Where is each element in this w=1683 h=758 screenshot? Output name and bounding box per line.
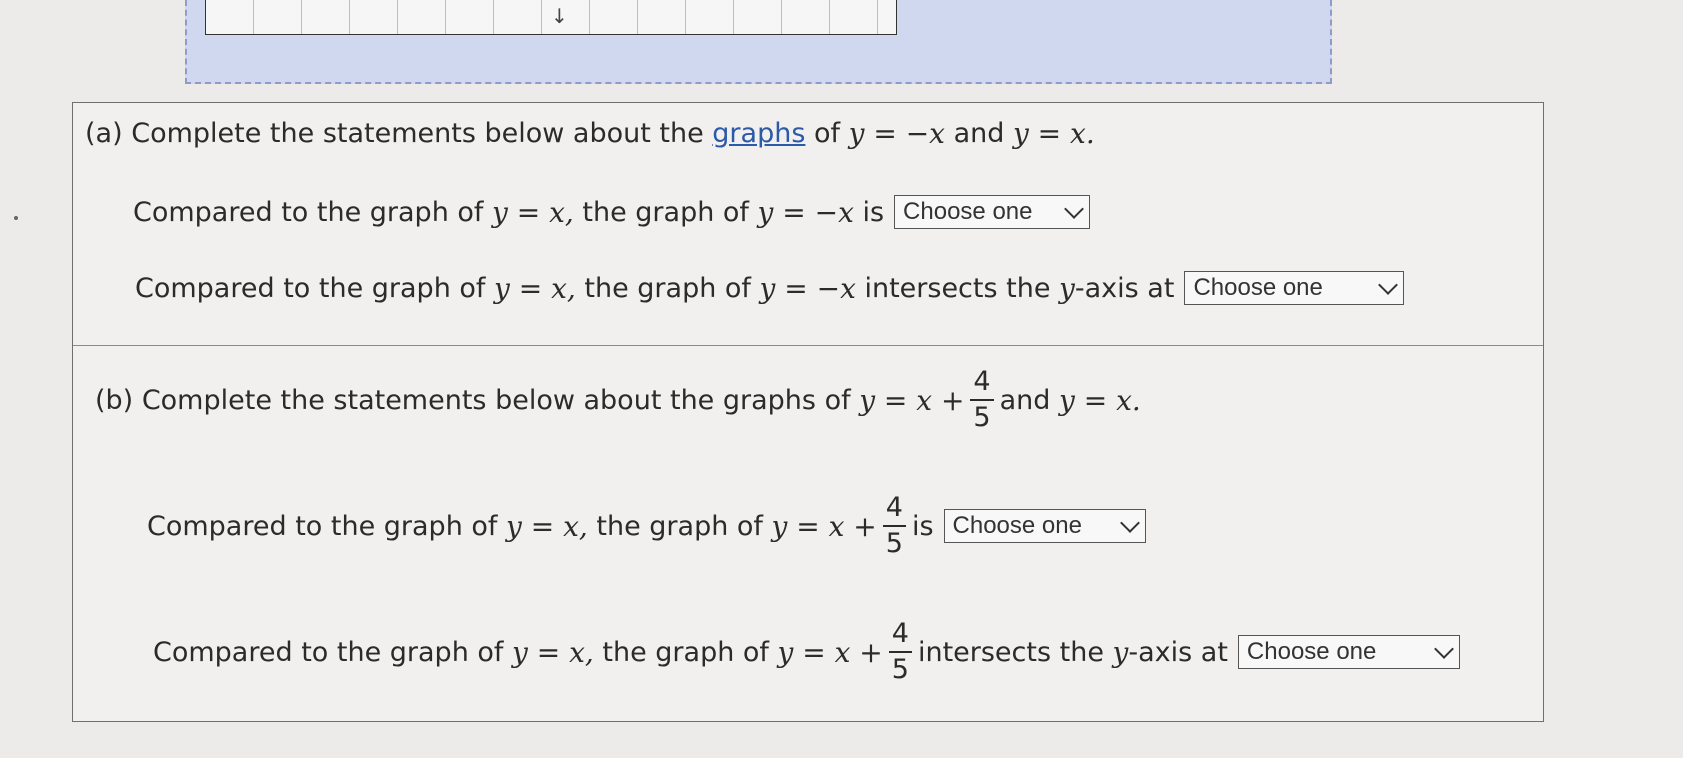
equation-x: y = x. — [1059, 383, 1141, 417]
section-divider — [73, 345, 1543, 346]
statement-mid: the graph of — [582, 196, 749, 228]
equation-neg-x: y = −x — [848, 117, 945, 150]
arrow-down-icon: ↓ — [551, 4, 568, 28]
statement-prefix: Compared to the graph of — [153, 636, 504, 668]
part-b-heading: (b) Complete the statements below about … — [95, 365, 1141, 435]
statement-mid: the graph of — [602, 636, 769, 668]
equation-x: y = x. — [1012, 117, 1095, 150]
stray-dot — [14, 216, 18, 220]
fraction: 4 5 — [882, 491, 906, 561]
equation-neg-x: y = −x — [757, 195, 854, 229]
part-b-intro: Complete the statements below about the … — [141, 384, 851, 416]
fraction-denominator: 5 — [891, 654, 909, 685]
graph-grid[interactable]: ↓ — [205, 0, 897, 35]
part-a-select-2[interactable]: Choose one — [1184, 271, 1405, 305]
part-a-select-1[interactable]: Choose one — [894, 195, 1091, 229]
part-b-select-1[interactable]: Choose one — [943, 509, 1146, 543]
part-a-label: (a) — [85, 118, 123, 149]
and-text: and — [999, 384, 1051, 416]
statement-prefix: Compared to the graph of — [135, 272, 486, 304]
fraction: 4 5 — [888, 617, 912, 687]
chevron-down-icon — [1119, 513, 1140, 533]
select-value: Choose one — [1193, 274, 1323, 301]
chevron-down-icon — [1378, 275, 1399, 295]
axis-variable: y — [1112, 635, 1129, 669]
equation-neg-x: y = −x — [759, 271, 856, 305]
statement-suffix: is — [911, 510, 934, 542]
graphs-link[interactable]: graphs — [712, 118, 805, 149]
equation-x: y = x, — [512, 635, 594, 669]
fraction-denominator: 5 — [973, 402, 991, 433]
chevron-down-icon — [1434, 639, 1454, 659]
part-b-statement-2: Compared to the graph of y = x, the grap… — [153, 617, 1460, 687]
select-value: Choose one — [903, 198, 1033, 225]
equation-shift: y = x + — [771, 509, 877, 543]
part-a-heading: (a) Complete the statements below about … — [85, 117, 1095, 150]
select-value: Choose one — [1246, 638, 1377, 665]
part-b-statement-1: Compared to the graph of y = x, the grap… — [147, 491, 1146, 561]
equation-x: y = x, — [492, 195, 574, 229]
fraction: 4 5 — [970, 365, 994, 435]
axis-suffix: -axis at — [1128, 636, 1228, 668]
chevron-down-icon — [1064, 199, 1084, 219]
and-text: and — [953, 118, 1005, 149]
select-value: Choose one — [952, 512, 1082, 539]
statement-suffix: intersects the — [917, 636, 1104, 668]
part-a-statement-2: Compared to the graph of y = x, the grap… — [135, 271, 1405, 305]
fraction-denominator: 5 — [885, 528, 903, 559]
statement-prefix: Compared to the graph of — [147, 510, 498, 542]
statement-mid: the graph of — [584, 272, 751, 304]
equation-x: y = x, — [506, 509, 588, 543]
statement-prefix: Compared to the graph of — [133, 196, 484, 228]
question-panel: (a) Complete the statements below about … — [72, 102, 1544, 722]
equation-shift: y = x + — [859, 383, 965, 417]
graph-tool-area: ↓ — [185, 0, 1332, 84]
axis-variable: y — [1059, 271, 1075, 305]
statement-mid: the graph of — [596, 510, 763, 542]
equation-x: y = x, — [494, 271, 576, 305]
part-b-select-2[interactable]: Choose one — [1237, 635, 1460, 669]
equation-shift: y = x + — [777, 635, 883, 669]
statement-suffix: is — [862, 196, 885, 228]
fraction-numerator: 4 — [882, 491, 906, 527]
statement-suffix: intersects the — [864, 272, 1051, 304]
of-text: of — [814, 118, 841, 149]
part-a-statement-1: Compared to the graph of y = x, the grap… — [133, 195, 1091, 229]
fraction-numerator: 4 — [888, 617, 912, 653]
axis-suffix: -axis at — [1074, 272, 1175, 304]
part-b-label: (b) — [95, 384, 134, 416]
part-a-intro: Complete the statements below about the — [131, 118, 704, 149]
fraction-numerator: 4 — [970, 365, 994, 401]
